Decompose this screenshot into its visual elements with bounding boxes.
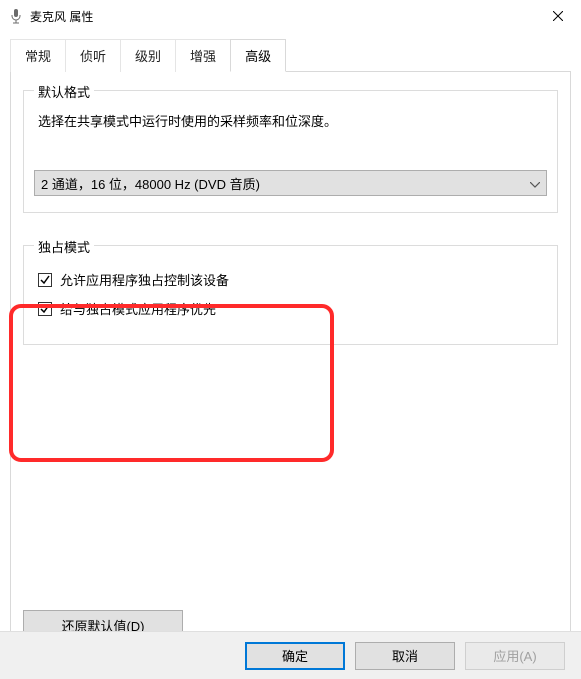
chevron-down-icon [530, 176, 540, 191]
tab-label: 高级 [245, 49, 271, 64]
tab-levels[interactable]: 级别 [120, 39, 176, 72]
checkbox-icon [38, 302, 52, 316]
ok-button[interactable]: 确定 [245, 642, 345, 670]
tab-strip: 常规 侦听 级别 增强 高级 [10, 38, 571, 71]
title-bar: 麦克风 属性 [0, 0, 581, 32]
window-title: 麦克风 属性 [30, 8, 93, 25]
fieldset-legend: 独占模式 [34, 237, 94, 256]
tab-enhancements[interactable]: 增强 [175, 39, 231, 72]
close-button[interactable] [535, 0, 581, 32]
checkbox-label: 给与独占模式应用程序优先 [60, 299, 216, 318]
fieldset-legend: 默认格式 [34, 82, 94, 101]
tab-listen[interactable]: 侦听 [65, 39, 121, 72]
checkbox-exclusive-priority[interactable]: 给与独占模式应用程序优先 [38, 299, 543, 318]
checkbox-allow-exclusive[interactable]: 允许应用程序独占控制该设备 [38, 270, 543, 289]
checkbox-icon [38, 273, 52, 287]
tab-panel-advanced: 默认格式 选择在共享模式中运行时使用的采样频率和位深度。 2 通道，16 位，4… [10, 71, 571, 659]
tab-advanced[interactable]: 高级 [230, 39, 286, 72]
button-label: 确定 [282, 646, 308, 665]
dialog-button-bar: 确定 取消 应用(A) [0, 631, 581, 679]
checkbox-label: 允许应用程序独占控制该设备 [60, 270, 229, 289]
apply-button[interactable]: 应用(A) [465, 642, 565, 670]
close-icon [553, 11, 563, 21]
button-label: 应用(A) [493, 646, 536, 665]
tab-label: 常规 [25, 49, 51, 64]
tab-label: 增强 [190, 49, 216, 64]
sample-rate-select[interactable]: 2 通道，16 位，48000 Hz (DVD 音质) [34, 170, 547, 196]
cancel-button[interactable]: 取消 [355, 642, 455, 670]
tab-general[interactable]: 常规 [10, 39, 66, 72]
default-format-description: 选择在共享模式中运行时使用的采样频率和位深度。 [38, 111, 543, 130]
microphone-icon [8, 8, 24, 24]
tab-label: 侦听 [80, 49, 106, 64]
tab-label: 级别 [135, 49, 161, 64]
button-label: 取消 [392, 646, 418, 665]
select-value: 2 通道，16 位，48000 Hz (DVD 音质) [41, 174, 260, 193]
fieldset-exclusive-mode: 独占模式 允许应用程序独占控制该设备 给与独占模式应用程序优先 [23, 245, 558, 345]
fieldset-default-format: 默认格式 选择在共享模式中运行时使用的采样频率和位深度。 2 通道，16 位，4… [23, 90, 558, 213]
